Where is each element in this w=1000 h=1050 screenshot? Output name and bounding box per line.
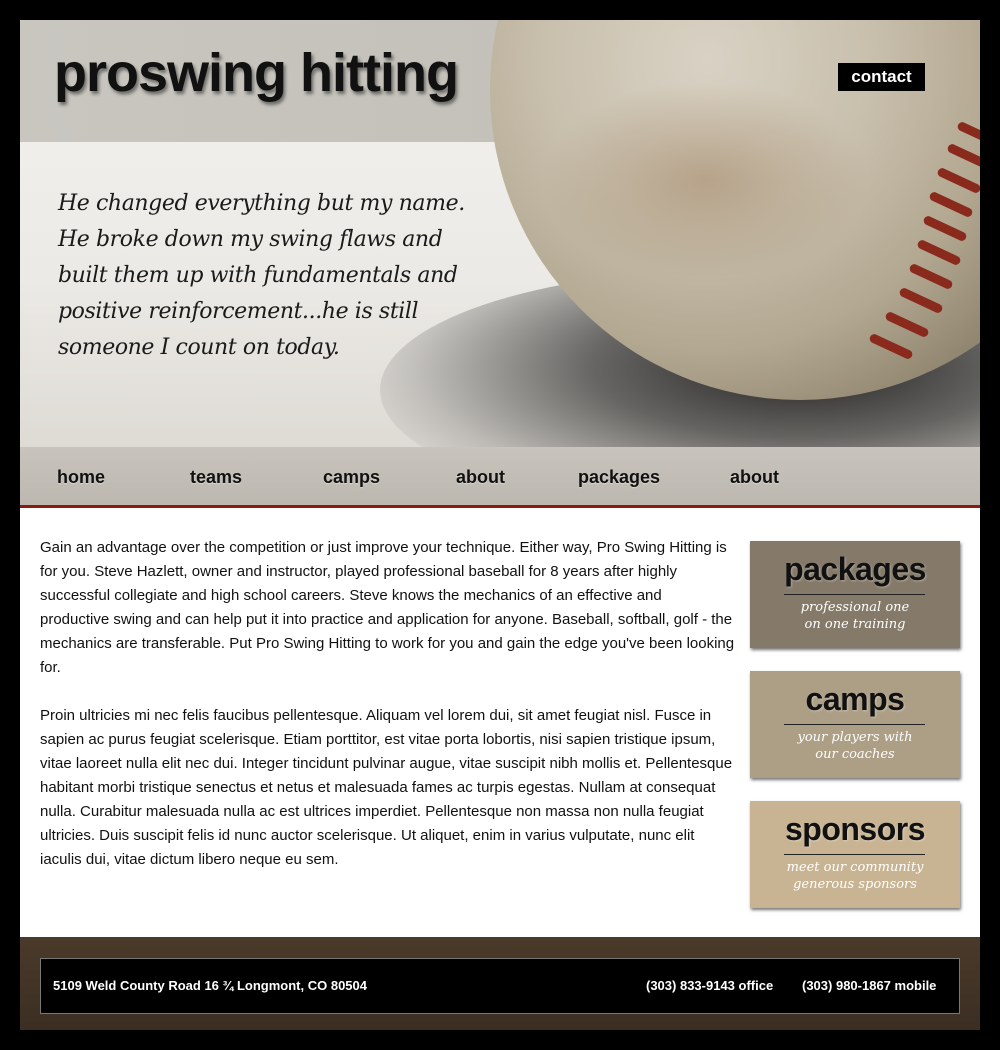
promo-title: camps <box>805 681 905 717</box>
site-title: proswing hitting <box>54 43 459 103</box>
divider <box>784 594 925 595</box>
promo-subtitle-line: your players with <box>797 730 913 745</box>
nav-item-about[interactable]: about <box>456 467 505 488</box>
footer-contact-bar: 5109 Weld County Road 16 ¾ Longmont, CO … <box>40 958 960 1014</box>
nav-item-packages[interactable]: packages <box>578 467 660 488</box>
promo-subtitle: meet our community generous sponsors <box>750 859 960 893</box>
main-nav: home teams camps about packages about <box>20 447 980 508</box>
contact-button[interactable]: contact <box>838 63 925 91</box>
promo-subtitle: your players with our coaches <box>750 729 960 763</box>
intro-paragraph: Gain an advantage over the competition o… <box>40 539 735 676</box>
promo-subtitle: professional one on one training <box>750 599 960 633</box>
divider <box>784 854 925 855</box>
body-paragraph: Proin ultricies mi nec felis faucibus pe… <box>40 707 733 868</box>
divider <box>784 724 925 725</box>
nav-item-about-2[interactable]: about <box>730 467 779 488</box>
footer-mobile-phone: (303) 980-1867 mobile <box>802 978 937 993</box>
nav-item-home[interactable]: home <box>57 467 105 488</box>
footer-office-phone: (303) 833-9143 office <box>646 978 774 993</box>
promo-subtitle-line: our coaches <box>815 747 895 762</box>
baseball-dirt-texture <box>540 80 870 280</box>
promo-packages[interactable]: packages professional one on one trainin… <box>750 541 960 648</box>
promo-camps[interactable]: camps your players with our coaches <box>750 671 960 778</box>
promo-subtitle-line: on one training <box>804 617 906 632</box>
hero-banner: proswing hitting contact He changed ever… <box>20 20 980 447</box>
promo-subtitle-line: professional one <box>800 600 910 615</box>
testimonial-quote: He changed everything but my name. He br… <box>58 191 465 360</box>
baseball-stitches <box>860 120 980 410</box>
nav-item-camps[interactable]: camps <box>323 467 380 488</box>
page-frame: proswing hitting contact He changed ever… <box>20 20 980 1030</box>
nav-item-teams[interactable]: teams <box>190 467 242 488</box>
footer-address: 5109 Weld County Road 16 ¾ Longmont, CO … <box>53 978 367 993</box>
promo-title: sponsors <box>784 811 926 847</box>
promo-sponsors[interactable]: sponsors meet our community generous spo… <box>750 801 960 908</box>
promo-title: packages <box>784 551 926 587</box>
footer: 5109 Weld County Road 16 ¾ Longmont, CO … <box>20 937 980 1030</box>
promo-subtitle-line: generous sponsors <box>793 877 917 892</box>
promo-subtitle-line: meet our community <box>786 860 924 875</box>
main-content: Gain an advantage over the competition o… <box>40 536 735 896</box>
